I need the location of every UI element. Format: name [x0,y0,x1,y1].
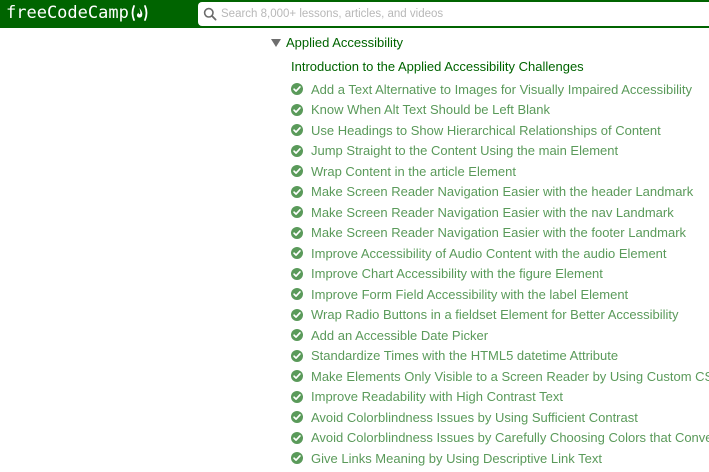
challenge-label: Wrap Radio Buttons in a fieldset Element… [311,307,679,323]
check-circle-icon [291,267,303,280]
check-circle-icon [291,370,303,383]
challenge-label: Wrap Content in the article Element [311,163,516,179]
challenge-item[interactable]: Give Links Meaning by Using Descriptive … [291,448,709,469]
challenge-item[interactable]: Make Screen Reader Navigation Easier wit… [291,182,709,203]
challenge-item[interactable]: Add an Accessible Date Picker [291,325,709,346]
top-navbar: freeCodeCamp [0,0,709,28]
challenge-list: Add a Text Alternative to Images for Vis… [291,79,709,469]
challenge-label: Avoid Colorblindness Issues by Using Suf… [311,409,638,425]
challenge-label: Give Links Meaning by Using Descriptive … [311,450,602,466]
check-circle-icon [291,144,303,157]
challenge-item[interactable]: Wrap Radio Buttons in a fieldset Element… [291,305,709,326]
check-circle-icon [291,431,303,444]
challenge-label: Standardize Times with the HTML5 datetim… [311,348,619,364]
intro-link[interactable]: Introduction to the Applied Accessibilit… [291,59,584,74]
caret-down-icon [271,38,281,48]
challenge-item[interactable]: Make Screen Reader Navigation Easier wit… [291,202,709,223]
challenge-item[interactable]: Avoid Colorblindness Issues by Using Suf… [291,407,709,428]
challenge-label: Improve Readability with High Contrast T… [311,389,563,405]
check-circle-icon [291,165,303,178]
check-circle-icon [291,226,303,239]
challenge-label: Make Screen Reader Navigation Easier wit… [311,225,687,241]
search-box[interactable] [198,2,709,26]
challenge-item[interactable]: Jump Straight to the Content Using the m… [291,141,709,162]
check-circle-icon [291,288,303,301]
check-circle-icon [291,390,303,403]
check-circle-icon [291,452,303,465]
challenge-item[interactable]: Wrap Content in the article Element [291,161,709,182]
section-title: Applied Accessibility [286,35,404,50]
challenge-item[interactable]: Improve Form Field Accessibility with th… [291,284,709,305]
challenge-item[interactable]: Improve Readability with High Contrast T… [291,387,709,408]
challenge-label: Add a Text Alternative to Images for Vis… [311,81,693,97]
challenge-item[interactable]: Make Elements Only Visible to a Screen R… [291,366,709,387]
check-circle-icon [291,83,303,96]
search-input[interactable] [221,4,701,24]
challenge-item[interactable]: Improve Chart Accessibility with the fig… [291,264,709,285]
challenge-label: Make Screen Reader Navigation Easier wit… [311,184,694,200]
freecodecamp-logo[interactable]: freeCodeCamp [6,3,149,23]
challenge-item[interactable]: Use Headings to Show Hierarchical Relati… [291,120,709,141]
challenge-item[interactable]: Know When Alt Text Should be Left Blank [291,100,709,121]
challenge-label: Improve Chart Accessibility with the fig… [311,266,603,282]
check-circle-icon [291,103,303,116]
challenge-label: Jump Straight to the Content Using the m… [311,143,619,159]
check-circle-icon [291,329,303,342]
section-toggle-applied-accessibility[interactable]: Applied Accessibility [271,35,403,50]
flame-icon [130,4,149,22]
check-circle-icon [291,308,303,321]
check-circle-icon [291,349,303,362]
check-circle-icon [291,124,303,137]
challenge-item[interactable]: Standardize Times with the HTML5 datetim… [291,346,709,367]
challenge-label: Make Screen Reader Navigation Easier wit… [311,204,674,220]
challenge-label: Use Headings to Show Hierarchical Relati… [311,122,661,138]
challenge-item[interactable]: Avoid Colorblindness Issues by Carefully… [291,428,709,449]
challenge-label: Add an Accessible Date Picker [311,327,489,343]
check-circle-icon [291,247,303,260]
challenge-item[interactable]: Add a Text Alternative to Images for Vis… [291,79,709,100]
check-circle-icon [291,185,303,198]
search-icon [203,7,217,21]
challenge-label: Improve Accessibility of Audio Content w… [311,245,667,261]
challenge-label: Make Elements Only Visible to a Screen R… [311,368,709,384]
challenge-item[interactable]: Make Screen Reader Navigation Easier wit… [291,223,709,244]
check-circle-icon [291,411,303,424]
challenge-item[interactable]: Improve Accessibility of Audio Content w… [291,243,709,264]
challenge-label: Know When Alt Text Should be Left Blank [311,102,550,118]
logo-text: freeCodeCamp [6,3,129,23]
challenge-label: Improve Form Field Accessibility with th… [311,286,629,302]
challenge-label: Avoid Colorblindness Issues by Carefully… [311,430,709,446]
check-circle-icon [291,206,303,219]
